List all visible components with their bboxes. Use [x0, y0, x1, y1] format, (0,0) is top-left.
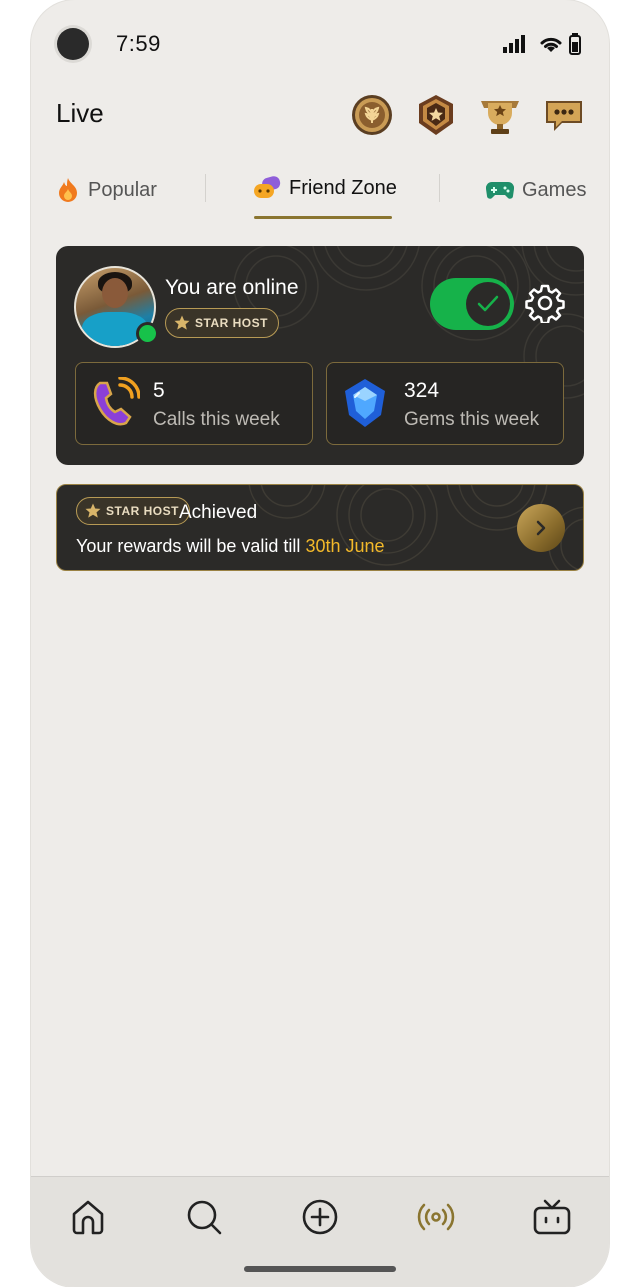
tab-popular[interactable]: Popular	[56, 172, 157, 208]
battery-icon	[569, 33, 581, 55]
tab-label: Games	[522, 178, 587, 201]
page-title: Live	[56, 98, 104, 128]
badge-label: STAR HOST	[195, 316, 268, 330]
reward-text: Your rewards will be valid till	[76, 536, 306, 556]
nav-live[interactable]	[414, 1195, 458, 1239]
active-tab-indicator	[254, 216, 392, 219]
tv-icon	[533, 1199, 571, 1235]
tab-games[interactable]: Games	[486, 172, 586, 208]
tab-label: Popular	[88, 178, 157, 201]
star-host-badge: STAR HOST	[165, 308, 279, 338]
badge-label: STAR HOST	[106, 504, 179, 518]
gamepad-duo-icon	[254, 176, 281, 198]
tab-divider	[205, 174, 206, 202]
gems-count: 324	[404, 379, 440, 402]
front-camera	[57, 28, 89, 60]
reward-validity-text: Your rewards will be valid till 30th Jun…	[76, 536, 385, 557]
wifi-icon	[540, 37, 562, 52]
tab-divider	[439, 174, 440, 202]
phone-call-icon	[93, 377, 140, 426]
trophy-icon[interactable]	[478, 93, 522, 137]
nav-search[interactable]	[182, 1195, 226, 1239]
check-icon	[477, 295, 499, 312]
gem-icon	[345, 379, 385, 427]
gems-label: Gems this week	[404, 409, 540, 430]
home-icon	[72, 1200, 104, 1235]
nav-tv[interactable]	[530, 1195, 574, 1239]
calls-label: Calls this week	[153, 409, 280, 430]
achievement-arrow-button[interactable]	[517, 504, 565, 552]
gems-stat: 324 Gems this week	[326, 362, 564, 445]
calls-count: 5	[153, 379, 165, 402]
signal-icon	[503, 35, 525, 53]
tab-friend-zone[interactable]: Friend Zone	[253, 170, 397, 206]
search-icon	[187, 1200, 222, 1235]
wheat-medal-icon[interactable]	[350, 93, 394, 137]
online-toggle[interactable]	[430, 278, 514, 330]
nav-create[interactable]	[298, 1195, 342, 1239]
gamepad-icon	[486, 181, 514, 199]
broadcast-icon	[417, 1203, 455, 1231]
phone-screen: 7:59 Live Popular Friend Zone Games You …	[31, 0, 609, 1287]
status-time: 7:59	[116, 31, 161, 56]
tab-label: Friend Zone	[289, 176, 397, 199]
chevron-right-icon	[536, 520, 546, 536]
calls-stat: 5 Calls this week	[75, 362, 313, 445]
nav-home[interactable]	[66, 1195, 110, 1239]
flame-icon	[59, 178, 77, 202]
online-status-text: You are online	[165, 276, 299, 299]
chat-badge-icon[interactable]	[542, 93, 586, 137]
online-indicator	[136, 322, 159, 345]
home-indicator	[244, 1266, 396, 1272]
achievement-banner[interactable]: STAR HOST Achieved Your rewards will be …	[56, 484, 584, 571]
online-status-card: You are online STAR HOST 5 Calls this we…	[56, 246, 584, 465]
gear-icon[interactable]	[525, 283, 565, 323]
star-shield-icon[interactable]	[414, 93, 458, 137]
star-icon	[85, 503, 101, 518]
plus-circle-icon	[302, 1199, 338, 1235]
reward-date: 30th June	[305, 536, 385, 556]
star-host-badge: STAR HOST	[76, 497, 190, 525]
star-icon	[174, 315, 190, 330]
achievement-title: Achieved	[179, 502, 258, 523]
